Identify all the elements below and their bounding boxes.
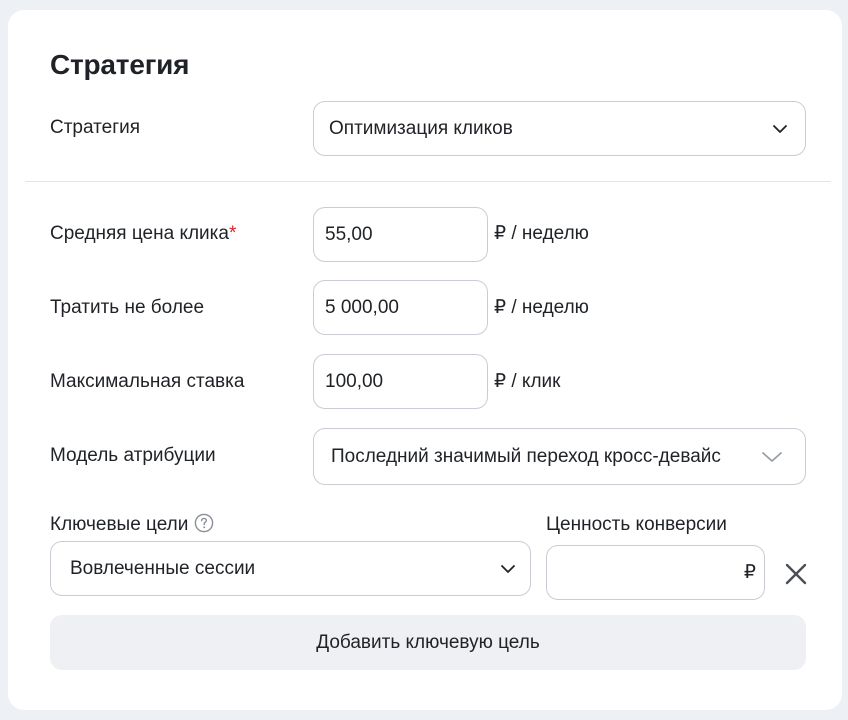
question-circle-icon[interactable]: [194, 513, 214, 533]
max-bid-value: 100,00: [325, 370, 384, 392]
strategy-select[interactable]: Оптимизация кликов: [313, 101, 806, 156]
avg-cpc-input[interactable]: 55,00: [313, 207, 488, 262]
attribution-select-value: Последний значимый переход кросс-девайс: [331, 446, 721, 467]
max-bid-label: Максимальная ставка: [50, 371, 245, 392]
add-key-goal-button[interactable]: Добавить ключевую цель: [50, 615, 806, 670]
conversion-value-input[interactable]: ₽: [546, 545, 765, 600]
key-goals-label-text: Ключевые цели: [50, 514, 189, 535]
key-goals-select[interactable]: Вовлеченные сессии: [50, 541, 531, 596]
max-bid-unit: ₽ / клик: [494, 371, 561, 392]
strategy-label: Стратегия: [50, 117, 141, 138]
section-title: Стратегия: [50, 49, 190, 80]
required-mark: *: [228, 223, 237, 244]
attribution-select[interactable]: Последний значимый переход кросс-девайс: [313, 428, 806, 485]
spend-limit-unit: ₽ / неделю: [494, 297, 589, 318]
avg-cpc-label: Средняя цена клика*: [50, 222, 236, 246]
key-goals-select-value: Вовлеченные сессии: [70, 558, 256, 579]
spend-limit-input[interactable]: 5 000,00: [313, 280, 488, 335]
max-bid-input[interactable]: 100,00: [313, 354, 488, 409]
spend-limit-value: 5 000,00: [325, 296, 399, 318]
close-icon[interactable]: [782, 560, 810, 588]
avg-cpc-unit: ₽ / неделю: [494, 223, 589, 244]
attribution-label: Модель атрибуции: [50, 445, 216, 466]
spend-limit-label: Тратить не более: [50, 297, 205, 318]
key-goals-label: Ключевые цели: [50, 513, 214, 537]
chevron-down-icon: [773, 124, 787, 133]
avg-cpc-value: 55,00: [325, 223, 373, 245]
chevron-down-icon: [762, 451, 782, 462]
avg-cpc-label-text: Средняя цена клика: [50, 223, 229, 244]
strategy-select-value: Оптимизация кликов: [329, 118, 513, 139]
conversion-value-label: Ценность конверсии: [546, 514, 727, 535]
section-divider: [25, 181, 831, 182]
currency-suffix: ₽: [743, 562, 756, 583]
strategy-card: Стратегия Стратегия Оптимизация кликов С…: [8, 10, 842, 710]
chevron-down-icon: [501, 564, 515, 573]
